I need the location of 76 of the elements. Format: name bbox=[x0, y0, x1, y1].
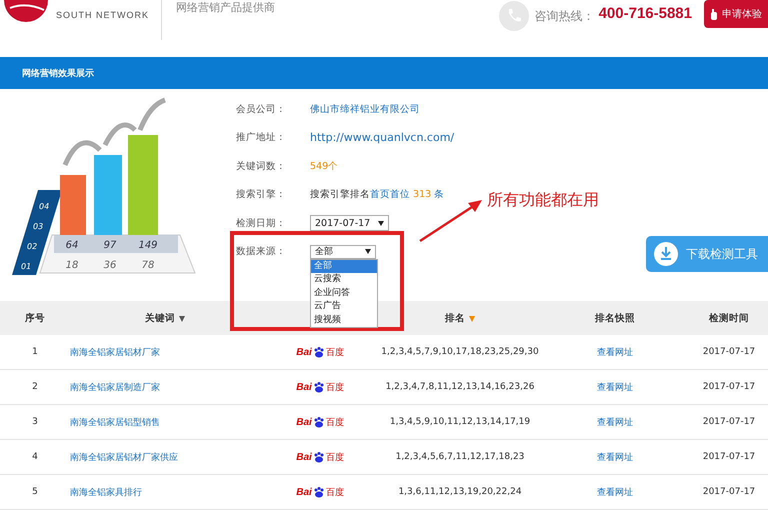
section-title: 网络营销效果展示 bbox=[22, 67, 94, 80]
hand-icon bbox=[710, 8, 718, 20]
check-date: 2017-07-17 bbox=[702, 452, 756, 462]
annotation-text: 所有功能都在用 bbox=[487, 190, 599, 211]
download-button[interactable]: 下载检测工具 bbox=[646, 236, 768, 272]
chart-value: 18 bbox=[66, 260, 78, 271]
keyword-link[interactable]: 南海全铝家居制造厂家 bbox=[70, 380, 160, 394]
chart-value: 97 bbox=[104, 240, 116, 251]
snapshot-link[interactable]: 查看网址 bbox=[597, 380, 633, 394]
check-date: 2017-07-17 bbox=[702, 417, 756, 427]
check-date: 2017-07-17 bbox=[702, 382, 756, 392]
dropdown-option[interactable]: 全部 bbox=[311, 260, 377, 273]
row-number: 1 bbox=[32, 347, 38, 357]
tagline: 网络营销产品提供商 bbox=[176, 0, 275, 15]
check-date: 2017-07-17 bbox=[702, 347, 756, 357]
dropdown-option[interactable]: 企业问答 bbox=[311, 286, 377, 300]
baidu-logo: Bai 百度 bbox=[296, 416, 344, 428]
baidu-logo: Bai 百度 bbox=[296, 346, 344, 358]
chart-value: 64 bbox=[66, 240, 78, 251]
rank-list: 1,2,3,4,5,6,7,11,12,17,18,23 bbox=[396, 452, 524, 462]
row-number: 3 bbox=[32, 417, 38, 427]
download-icon bbox=[654, 242, 678, 266]
logo-text: SOUTH NETWORK bbox=[56, 10, 149, 20]
column-header: 关键词 bbox=[145, 312, 175, 324]
rank-list: 1,3,4,5,9,10,11,12,13,14,17,19 bbox=[390, 417, 530, 427]
row-number: 4 bbox=[32, 452, 38, 462]
company-name: 佛山市缔祥铝业有限公司 bbox=[310, 102, 420, 116]
column-header: 排名快照 bbox=[595, 312, 635, 324]
field-label: 关键词数： bbox=[236, 160, 287, 173]
field-label: 搜索引擎： bbox=[236, 188, 287, 202]
chart-value: 78 bbox=[142, 260, 154, 271]
dropdown-option[interactable]: 云广告 bbox=[311, 300, 377, 314]
engine-summary: 搜索引擎排名 首页首位 313 条 bbox=[310, 188, 444, 202]
field-label: 检测日期： bbox=[236, 216, 287, 230]
snapshot-link[interactable]: 查看网址 bbox=[597, 450, 633, 464]
axis-label: 02 bbox=[27, 242, 38, 251]
snapshot-link[interactable]: 查看网址 bbox=[597, 416, 633, 428]
axis-label: 01 bbox=[21, 262, 32, 271]
arrow-icon bbox=[418, 197, 484, 243]
dropdown-option[interactable]: 云搜索 bbox=[311, 273, 377, 286]
date-select[interactable]: 2017-07-17 bbox=[310, 215, 390, 232]
snapshot-link[interactable]: 查看网址 bbox=[597, 486, 633, 498]
baidu-logo: Bai 百度 bbox=[296, 486, 344, 498]
field-label: 数据来源： bbox=[236, 245, 287, 258]
rank-list: 1,2,3,4,7,8,11,12,13,14,16,23,26 bbox=[386, 382, 534, 392]
column-header: 排名 bbox=[445, 312, 465, 324]
baidu-logo: Bai 百度 bbox=[296, 380, 344, 394]
keyword-link[interactable]: 南海全铝家具排行 bbox=[70, 486, 142, 498]
column-header: 检测时间 bbox=[709, 312, 749, 324]
caret-icon bbox=[378, 220, 384, 226]
snapshot-link[interactable]: 查看网址 bbox=[597, 346, 633, 358]
rank-list: 1,3,6,11,12,13,19,20,22,24 bbox=[398, 487, 522, 497]
keyword-link[interactable]: 南海全铝家居铝材厂家 bbox=[70, 346, 160, 358]
axis-label: 03 bbox=[33, 222, 44, 231]
field-label: 推广地址： bbox=[236, 131, 287, 144]
keyword-link[interactable]: 南海全铝家居铝材厂家供应 bbox=[70, 450, 178, 464]
row-number: 2 bbox=[32, 382, 38, 392]
check-date: 2017-07-17 bbox=[702, 487, 756, 497]
row-number: 5 bbox=[32, 487, 38, 497]
keyword-count: 549个 bbox=[310, 160, 338, 173]
axis-label: 04 bbox=[39, 202, 50, 211]
keyword-link[interactable]: 南海全铝家居铝型销售 bbox=[70, 416, 160, 428]
chart-value: 149 bbox=[138, 240, 158, 251]
baidu-logo: Bai 百度 bbox=[296, 450, 344, 464]
hotline-number: 400-716-5881 bbox=[598, 5, 692, 22]
hotline-label: 咨询热线： bbox=[534, 8, 595, 25]
website-link[interactable]: http://www.quanlvcn.com/ bbox=[310, 131, 454, 144]
field-label: 会员公司： bbox=[236, 102, 287, 116]
source-select[interactable]: 全部 bbox=[310, 244, 376, 258]
chart-value: 36 bbox=[104, 260, 116, 271]
column-header: 序号 bbox=[25, 312, 45, 324]
sort-icon[interactable] bbox=[179, 314, 185, 322]
dropdown-option[interactable]: 搜视频 bbox=[311, 314, 377, 327]
apply-button[interactable]: 申请体验 bbox=[704, 0, 768, 28]
caret-icon bbox=[365, 249, 371, 254]
rank-list: 1,2,3,4,5,7,9,10,17,18,23,25,29,30 bbox=[381, 347, 539, 357]
